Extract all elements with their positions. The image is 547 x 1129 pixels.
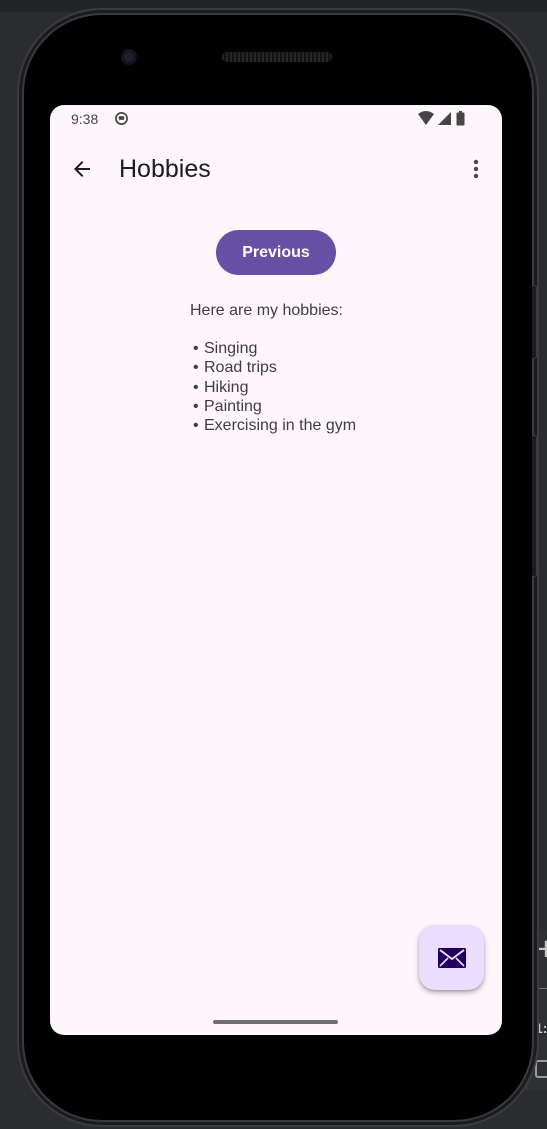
more-vert-icon: [473, 159, 479, 179]
list-item: • Exercising in the gym: [193, 416, 440, 435]
hobby-label: Exercising in the gym: [204, 417, 357, 435]
volume-button[interactable]: [532, 435, 537, 577]
overflow-menu-button[interactable]: [460, 153, 492, 185]
earpiece-speaker: [222, 52, 332, 62]
wifi-icon: [418, 111, 434, 125]
status-bar: 9:38: [50, 105, 502, 133]
battery-icon: [456, 111, 465, 126]
hobby-label: Road trips: [204, 359, 277, 377]
power-button[interactable]: [532, 285, 537, 359]
hobby-label: Singing: [204, 340, 258, 357]
email-fab[interactable]: [419, 925, 484, 990]
list-item: • Painting: [193, 397, 440, 416]
panel-divider: [535, 988, 547, 989]
bullet: •: [193, 378, 199, 396]
hobbies-intro: Here are my hobbies:: [190, 302, 343, 319]
fit-screen-icon[interactable]: [535, 1060, 547, 1078]
hobby-label: Painting: [204, 397, 262, 415]
cellular-signal-icon: [438, 112, 451, 125]
previous-button[interactable]: Previous: [216, 230, 336, 275]
zoom-in-button[interactable]: +: [535, 936, 547, 962]
arrow-back-icon: [74, 161, 90, 177]
status-time: 9:38: [71, 111, 99, 127]
bullet: •: [193, 359, 199, 377]
hobbies-text: Here are my hobbies: • Singing • Road trip…: [190, 301, 440, 435]
emulator-top-strip: [0, 0, 547, 12]
list-item: • Road trips: [193, 358, 440, 377]
mail-icon: [437, 947, 466, 968]
hobbies-list: • Singing • Road trips • Hiking • Painting •…: [190, 339, 440, 435]
hobby-label: Hiking: [204, 378, 249, 396]
front-camera: [121, 49, 137, 65]
bullet: •: [193, 417, 199, 435]
back-button[interactable]: [64, 151, 100, 187]
page-title: Hobbies: [119, 155, 211, 183]
list-item: • Hiking: [193, 378, 440, 397]
bullet: •: [193, 340, 199, 357]
notification-app-icon: [115, 112, 128, 125]
top-app-bar: Hobbies: [50, 141, 502, 199]
list-item: • Singing: [193, 339, 440, 358]
app-screen: 9:38 Hobbies Previous Here are my hobbie…: [50, 105, 502, 1035]
status-icons: [418, 111, 465, 126]
zoom-ratio-label[interactable]: 1:: [535, 1020, 547, 1036]
gesture-navigation-bar[interactable]: [213, 1020, 338, 1024]
bullet: •: [193, 397, 199, 415]
